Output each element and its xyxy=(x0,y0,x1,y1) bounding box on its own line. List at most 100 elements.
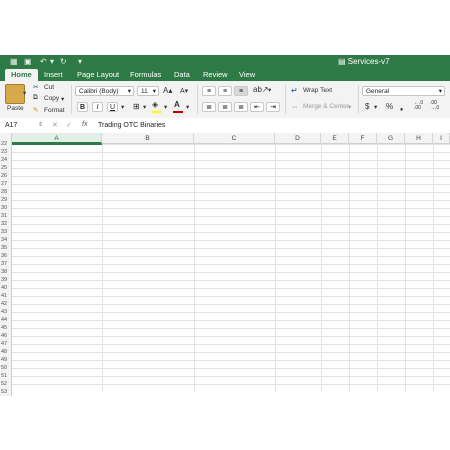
column-header-b[interactable]: B xyxy=(102,133,194,144)
column-header-i[interactable]: I xyxy=(433,133,450,144)
row-header[interactable]: 26 xyxy=(0,172,12,180)
row-header[interactable]: 33 xyxy=(0,228,12,236)
row-header[interactable]: 37 xyxy=(0,260,12,268)
cut-icon[interactable]: ✂ xyxy=(33,83,38,91)
underline-button[interactable]: U xyxy=(107,102,118,112)
save-icon[interactable]: ▣ xyxy=(24,57,32,67)
decrease-indent-icon[interactable]: ⇤ xyxy=(250,102,264,112)
font-name-select[interactable]: Calibri (Body) ▾ xyxy=(75,86,134,96)
tab-review[interactable]: Review xyxy=(203,69,228,81)
row-header[interactable]: 30 xyxy=(0,204,12,212)
column-header-f[interactable]: F xyxy=(349,133,377,144)
fill-color-icon[interactable]: ◈ xyxy=(152,100,158,109)
column-header-c[interactable]: C xyxy=(194,133,275,144)
tab-insert[interactable]: Insert xyxy=(44,69,63,81)
name-box[interactable]: A17 xyxy=(5,122,17,129)
column-header-a[interactable]: A xyxy=(12,133,102,144)
row-header[interactable]: 53 xyxy=(0,388,12,396)
align-bottom-icon[interactable]: ≡ xyxy=(234,86,248,96)
column-header-h[interactable]: H xyxy=(405,133,433,144)
paste-icon[interactable] xyxy=(5,84,25,104)
row-header[interactable]: 29 xyxy=(0,196,12,204)
row-header[interactable]: 51 xyxy=(0,372,12,380)
align-top-icon[interactable]: ≡ xyxy=(202,86,216,96)
font-color-icon[interactable]: A xyxy=(174,100,180,109)
row-header[interactable]: 47 xyxy=(0,340,12,348)
row-header[interactable]: 50 xyxy=(0,364,12,372)
font-size-select[interactable]: 11 ▾ xyxy=(137,86,159,96)
cut-label[interactable]: Cut xyxy=(44,84,54,91)
column-header-d[interactable]: D xyxy=(275,133,321,144)
align-left-icon[interactable]: ≣ xyxy=(202,102,216,112)
row-header[interactable]: 36 xyxy=(0,252,12,260)
merge-dropdown-icon[interactable]: ▾ xyxy=(348,103,351,111)
tab-home[interactable]: Home xyxy=(5,69,38,81)
row-header[interactable]: 41 xyxy=(0,292,12,300)
tab-formulas[interactable]: Formulas xyxy=(130,69,161,81)
insert-function-icon[interactable]: fx xyxy=(82,121,87,128)
font-color-dropdown-icon[interactable]: ▾ xyxy=(186,103,189,111)
row-header[interactable]: 45 xyxy=(0,324,12,332)
align-center-icon[interactable]: ≣ xyxy=(218,102,232,112)
decrease-decimal-icon[interactable]: .00 →.0 xyxy=(430,101,439,111)
format-painter-icon[interactable]: ✎ xyxy=(33,106,38,114)
row-header[interactable]: 39 xyxy=(0,276,12,284)
row-header[interactable]: 28 xyxy=(0,188,12,196)
row-header[interactable]: 44 xyxy=(0,316,12,324)
fill-color-dropdown-icon[interactable]: ▾ xyxy=(164,103,167,111)
row-header[interactable]: 31 xyxy=(0,212,12,220)
formula-input[interactable]: Trading OTC Binaries xyxy=(98,122,165,129)
italic-button[interactable]: I xyxy=(92,102,103,112)
customize-toolbar-icon[interactable]: ▾ xyxy=(78,57,82,67)
column-header-g[interactable]: G xyxy=(377,133,405,144)
merge-center-label[interactable]: Merge & Center xyxy=(303,103,349,110)
row-header[interactable]: 32 xyxy=(0,220,12,228)
number-format-select[interactable]: General ▾ xyxy=(362,86,445,96)
borders-dropdown-icon[interactable]: ▾ xyxy=(143,103,146,111)
row-header[interactable]: 40 xyxy=(0,284,12,292)
row-header[interactable]: 48 xyxy=(0,348,12,356)
tab-view[interactable]: View xyxy=(239,69,255,81)
align-middle-icon[interactable]: ≡ xyxy=(218,86,232,96)
currency-dropdown-icon[interactable]: ▾ xyxy=(374,103,377,111)
copy-dropdown-icon[interactable]: ▾ xyxy=(61,95,64,103)
row-header[interactable]: 42 xyxy=(0,300,12,308)
row-header[interactable]: 35 xyxy=(0,244,12,252)
row-header[interactable]: 52 xyxy=(0,380,12,388)
cancel-icon[interactable]: ✕ xyxy=(52,121,58,129)
copy-icon[interactable]: ⧉ xyxy=(33,94,38,102)
increase-decimal-icon[interactable]: ←.0.00 xyxy=(414,101,423,111)
tab-page-layout[interactable]: Page Layout xyxy=(77,69,119,81)
copy-label[interactable]: Copy xyxy=(44,95,59,102)
row-header[interactable]: 25 xyxy=(0,164,12,172)
orientation-dropdown-icon[interactable]: ▾ xyxy=(268,86,271,94)
bold-button[interactable]: B xyxy=(77,102,88,112)
name-box-stepper-icon[interactable]: ⇕ xyxy=(38,121,43,128)
borders-icon[interactable]: ⊞ xyxy=(133,102,140,111)
wrap-text-icon[interactable]: ↵ xyxy=(291,86,298,95)
underline-dropdown-icon[interactable]: ▾ xyxy=(121,103,124,111)
tab-data[interactable]: Data xyxy=(174,69,190,81)
comma-style-icon[interactable]: ❟ xyxy=(400,102,403,112)
enter-check-icon[interactable]: ✓ xyxy=(66,121,72,129)
paste-dropdown-icon[interactable]: ▾ xyxy=(23,89,26,97)
increase-font-size-icon[interactable]: A▴ xyxy=(163,86,172,95)
increase-indent-icon[interactable]: ⇥ xyxy=(266,102,280,112)
row-header[interactable]: 38 xyxy=(0,268,12,276)
align-right-icon[interactable]: ≣ xyxy=(234,102,248,112)
row-header[interactable]: 49 xyxy=(0,356,12,364)
row-header[interactable]: 34 xyxy=(0,236,12,244)
row-header[interactable]: 22 xyxy=(0,140,12,148)
decrease-font-size-icon[interactable]: A▾ xyxy=(180,87,188,95)
percent-button[interactable]: % xyxy=(386,102,393,111)
row-header[interactable]: 46 xyxy=(0,332,12,340)
cell-grid[interactable] xyxy=(12,144,450,392)
undo-icon[interactable]: ↶ xyxy=(40,57,47,67)
merge-center-icon[interactable]: ⇔ xyxy=(291,102,299,111)
format-painter-label[interactable]: Format xyxy=(44,107,65,114)
wrap-text-label[interactable]: Wrap Text xyxy=(303,87,332,94)
row-header[interactable]: 23 xyxy=(0,148,12,156)
orientation-icon[interactable]: ab↗ xyxy=(253,85,269,94)
undo-dropdown-icon[interactable]: ▾ xyxy=(50,57,54,67)
column-header-e[interactable]: E xyxy=(321,133,349,144)
